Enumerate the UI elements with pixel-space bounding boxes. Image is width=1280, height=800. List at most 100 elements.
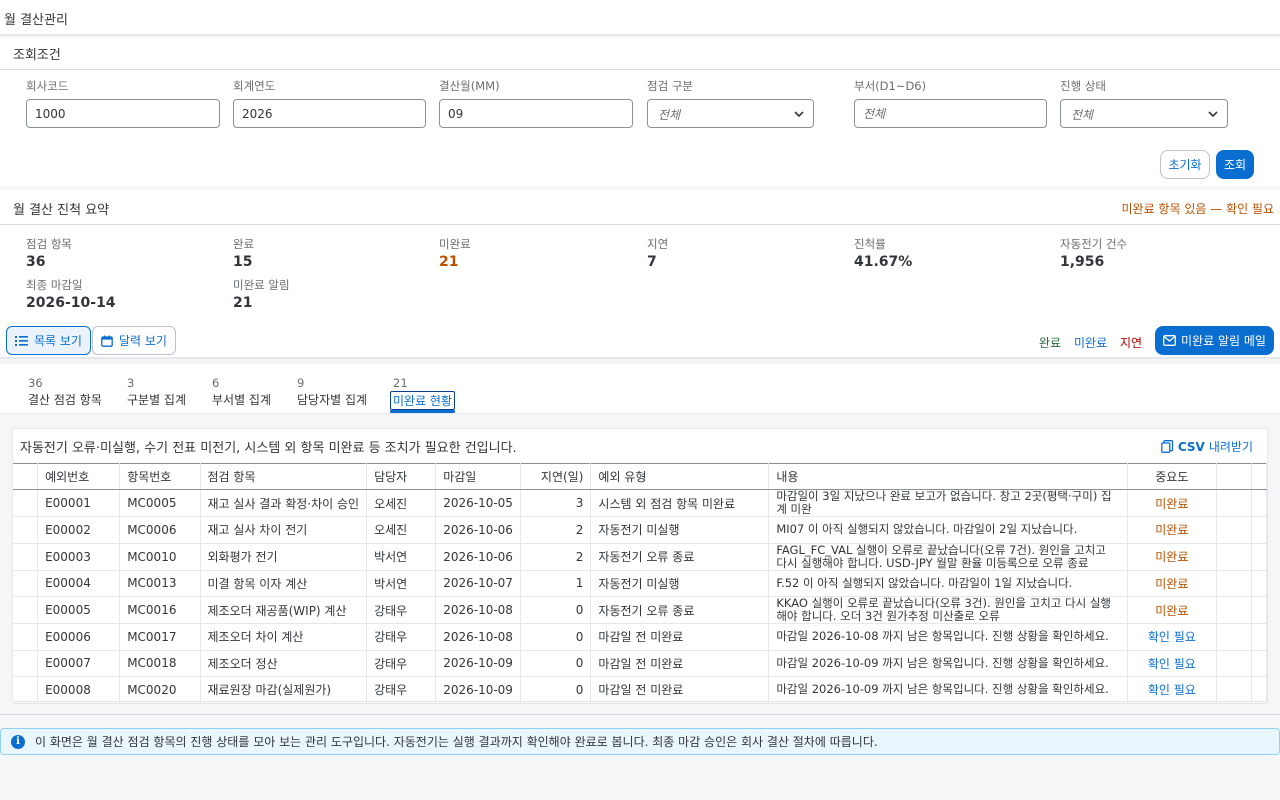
- tab-by-department[interactable]: 6 부서별 집계: [212, 376, 271, 408]
- owner: 강태우: [366, 650, 437, 677]
- status: 미완료: [1127, 570, 1217, 597]
- status-label: 진행 상태: [1060, 79, 1106, 93]
- item-id: MC0018: [119, 650, 201, 677]
- empty-cell: [1251, 676, 1268, 704]
- tab-count: 36: [28, 376, 43, 390]
- item-name: 제조오더 차이 계산: [200, 623, 368, 651]
- owner: 강태우: [366, 623, 437, 651]
- fiscal-year-input[interactable]: [233, 99, 426, 128]
- reset-button[interactable]: 초기화: [1160, 150, 1210, 179]
- tab-by-category[interactable]: 3 구분별 집계: [127, 376, 186, 408]
- calendar-view-button[interactable]: 달력 보기: [92, 326, 176, 355]
- table-row[interactable]: E00004 MC0013 미결 항목 이자 계산 박서연 2026-10-07…: [13, 570, 1268, 597]
- delay-days: 2: [520, 516, 592, 544]
- department-input[interactable]: [854, 99, 1047, 128]
- table-row[interactable]: E00002 MC0006 재고 실사 차이 전기 오세진 2026-10-06…: [13, 516, 1268, 544]
- summary-title: 월 결산 진척 요약: [13, 203, 110, 218]
- tab-label: 구분별 집계: [127, 393, 187, 407]
- column-header[interactable]: 예외번호: [37, 463, 121, 490]
- chevron-down-icon: [794, 111, 804, 118]
- table-row[interactable]: E00008 MC0020 재료원장 마감(실제원가) 강태우 2026-10-…: [13, 676, 1268, 704]
- table-row[interactable]: E00003 MC0010 외화평가 전기 박서연 2026-10-06 2 자…: [13, 543, 1268, 571]
- empty-cell: [1216, 650, 1252, 677]
- page-header: 월 결산관리: [0, 0, 1280, 36]
- exception-id: E00005: [37, 596, 121, 624]
- period-input[interactable]: [439, 99, 633, 128]
- exception-type: 자동전기 오류 종료: [590, 596, 770, 624]
- item-name: 외화평가 전기: [200, 543, 368, 571]
- column-header[interactable]: 점검 항목: [200, 463, 368, 490]
- item-id: MC0006: [119, 516, 201, 544]
- tab-count: 3: [127, 376, 135, 390]
- chevron-down-icon: [1208, 111, 1218, 118]
- list-view-button[interactable]: 목록 보기: [6, 326, 91, 355]
- column-header[interactable]: 중요도: [1127, 463, 1217, 490]
- due-date: 2026-10-08: [435, 623, 521, 651]
- delay-days: 3: [520, 489, 592, 517]
- table-row[interactable]: E00007 MC0018 제조오더 정산 강태우 2026-10-09 0 마…: [13, 650, 1268, 677]
- kpi-auto-posting-label: 자동전기 건수: [1060, 237, 1128, 251]
- row-selector[interactable]: [13, 516, 39, 544]
- column-header[interactable]: 지연(일): [520, 463, 592, 490]
- tab-label: 미완료 현황: [390, 391, 456, 410]
- exception-id: E00007: [37, 650, 121, 677]
- mail-button-label: 미완료 알림 메일: [1181, 334, 1266, 348]
- divider: [0, 224, 1280, 225]
- table-row[interactable]: E00005 MC0016 제조오더 재공품(WIP) 계산 강태우 2026-…: [13, 596, 1268, 624]
- tab-label: 결산 점검 항목: [28, 393, 102, 407]
- check-type-select[interactable]: 전체: [647, 99, 814, 128]
- list-icon: [15, 335, 28, 346]
- table-row[interactable]: E00001 MC0005 재고 실사 결과 확정·차이 승인 오세진 2026…: [13, 489, 1268, 517]
- owner: 강태우: [366, 596, 437, 624]
- content: FAGL_FC_VAL 실행이 오류로 끝났습니다(오류 7건). 원인을 고치…: [768, 543, 1128, 571]
- tab-check-items[interactable]: 36 결산 점검 항목: [28, 376, 102, 408]
- table-row[interactable]: E00006 MC0017 제조오더 차이 계산 강태우 2026-10-08 …: [13, 623, 1268, 651]
- kpi-delayed-value: 7: [647, 254, 657, 270]
- tab-label: 담당자별 집계: [297, 393, 368, 407]
- row-selector[interactable]: [13, 543, 39, 571]
- tab-by-owner[interactable]: 9 담당자별 집계: [297, 376, 367, 408]
- due-date: 2026-10-07: [435, 570, 521, 597]
- incomplete-alert-mail-button[interactable]: 미완료 알림 메일: [1155, 326, 1274, 355]
- kpi-incomplete-value: 21: [439, 254, 459, 270]
- row-selector[interactable]: [13, 676, 39, 704]
- column-header[interactable]: 담당자: [366, 463, 437, 490]
- empty-cell: [1216, 676, 1252, 704]
- item-name: 재고 실사 차이 전기: [200, 516, 368, 544]
- column-header[interactable]: 예외 유형: [590, 463, 770, 490]
- legend-delayed: 지연: [1120, 336, 1143, 350]
- column-header[interactable]: 내용: [768, 463, 1128, 490]
- delay-days: 0: [520, 650, 592, 677]
- status: 확인 필요: [1127, 650, 1217, 677]
- empty-cell: [1251, 623, 1268, 651]
- check-type-value: 전체: [658, 108, 681, 122]
- empty-cell: [1216, 543, 1252, 571]
- delay-days: 0: [520, 596, 592, 624]
- tab-count: 6: [212, 376, 220, 390]
- row-selector[interactable]: [13, 623, 39, 651]
- active-tab-indicator: [390, 410, 455, 413]
- item-id: MC0005: [119, 489, 201, 517]
- csv-download-button[interactable]: CSV 내려받기: [1161, 438, 1253, 455]
- empty-column-header: [1216, 463, 1252, 490]
- exception-type: 자동전기 오류 종료: [590, 543, 770, 571]
- item-id: MC0017: [119, 623, 201, 651]
- exception-id: E00004: [37, 570, 121, 597]
- table-body: E00001 MC0005 재고 실사 결과 확정·차이 승인 오세진 2026…: [13, 489, 1268, 704]
- kpi-completed-value: 15: [233, 254, 253, 270]
- column-header[interactable]: 마감일: [435, 463, 521, 490]
- column-header[interactable]: 항목번호: [119, 463, 201, 490]
- company-code-input[interactable]: [26, 99, 220, 128]
- status-select[interactable]: 전체: [1060, 99, 1228, 128]
- row-selector[interactable]: [13, 570, 39, 597]
- tab-label: 부서별 집계: [212, 393, 272, 407]
- tab-incomplete-status[interactable]: 21 미완료 현황: [390, 376, 456, 410]
- exception-type: 자동전기 미실행: [590, 570, 770, 597]
- row-selector[interactable]: [13, 489, 39, 517]
- search-button[interactable]: 조회: [1216, 150, 1254, 179]
- row-selector[interactable]: [13, 650, 39, 677]
- summary-alert: 미완료 항목 있음 — 확인 필요: [1121, 202, 1274, 216]
- row-selector[interactable]: [13, 596, 39, 624]
- exception-type: 마감일 전 미완료: [590, 623, 770, 651]
- info-text: 이 화면은 월 결산 점검 항목의 진행 상태를 모아 보는 관리 도구입니다.…: [35, 735, 878, 749]
